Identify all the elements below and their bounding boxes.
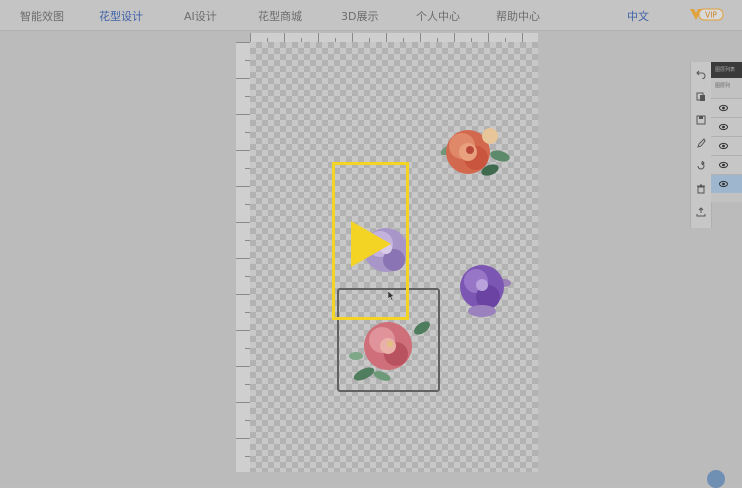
eye-icon[interactable] xyxy=(719,104,728,112)
vip-badge-icon[interactable]: VIP xyxy=(687,6,725,22)
purple-flower-motif[interactable] xyxy=(454,255,516,323)
nav-smart-render[interactable]: 智能效图 xyxy=(20,8,64,24)
nav-personal-center[interactable]: 个人中心 xyxy=(416,8,460,24)
layer-row[interactable] xyxy=(711,155,742,174)
layer-panel-header: 图层列表 xyxy=(711,62,742,78)
nav-help-center[interactable]: 帮助中心 xyxy=(496,8,540,24)
play-icon[interactable] xyxy=(351,221,391,267)
vertical-ruler xyxy=(236,42,251,472)
nav-pattern-design[interactable]: 花型设计 xyxy=(99,8,143,24)
delete-icon[interactable] xyxy=(691,179,711,199)
save-icon[interactable] xyxy=(691,110,711,130)
layer-row[interactable] xyxy=(711,117,742,136)
top-nav-bar: 智能效图 花型设计 AI设计 花型商城 3D展示 个人中心 帮助中心 中文 VI… xyxy=(0,0,742,31)
layer-row-selected[interactable] xyxy=(711,174,742,193)
layer-panel: 图层列表 图层列 xyxy=(711,62,742,202)
help-chat-button[interactable] xyxy=(707,470,725,488)
nav-3d-display[interactable]: 3D展示 xyxy=(341,8,378,24)
nav-ai-design[interactable]: AI设计 xyxy=(184,8,217,24)
eye-icon[interactable] xyxy=(719,161,728,169)
layer-row[interactable] xyxy=(711,136,742,155)
layer-row[interactable] xyxy=(711,98,742,117)
brush-icon[interactable] xyxy=(691,133,711,153)
redo-icon[interactable] xyxy=(691,156,711,176)
vip-badge-text: VIP xyxy=(705,11,717,20)
language-switch[interactable]: 中文 xyxy=(627,8,649,24)
undo-icon[interactable] xyxy=(691,64,711,84)
copy-icon[interactable] xyxy=(691,87,711,107)
layer-panel-title: 图层列 xyxy=(715,83,731,89)
orange-peony-motif[interactable] xyxy=(438,122,512,186)
eye-icon[interactable] xyxy=(719,123,728,131)
eye-icon[interactable] xyxy=(719,142,728,150)
nav-pattern-mall[interactable]: 花型商城 xyxy=(258,8,302,24)
eye-icon[interactable] xyxy=(719,180,728,188)
export-icon[interactable] xyxy=(691,202,711,222)
tool-sidebar xyxy=(690,62,712,228)
